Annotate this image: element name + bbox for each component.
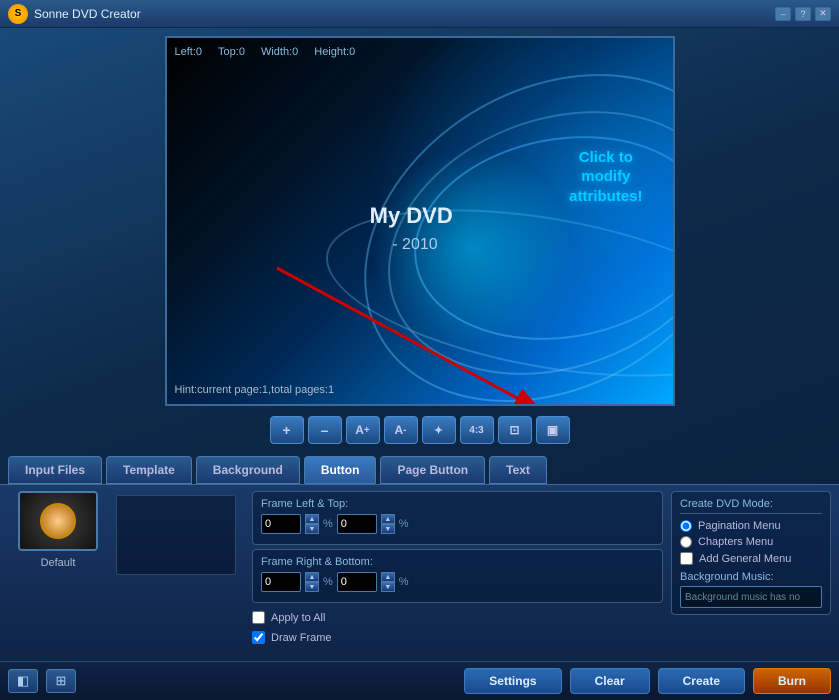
frame-left-top-row: ▲ ▼ % ▲ ▼ %	[261, 514, 654, 534]
tab-background[interactable]: Background	[196, 456, 300, 484]
coord-width: Width:0	[261, 46, 298, 58]
frame-left-top-label: Frame Left & Top:	[261, 498, 654, 510]
template-section: Default	[8, 491, 108, 655]
bg-music-label: Background Music:	[680, 571, 822, 583]
coord-height: Height:0	[314, 46, 355, 58]
tab-input-files[interactable]: Input Files	[8, 456, 102, 484]
frame-right-spinner[interactable]: ▲ ▼	[305, 572, 319, 592]
tab-template[interactable]: Template	[106, 456, 192, 484]
frame-right-bottom-group: Frame Right & Bottom: ▲ ▼ % ▲ ▼ %	[252, 549, 663, 603]
add-button[interactable]: +	[270, 416, 304, 444]
click-hint-text: Click tomodifyattributes!	[569, 148, 642, 207]
frame-left-top-group: Frame Left & Top: ▲ ▼ % ▲ ▼ %	[252, 491, 663, 545]
template-thumbnail[interactable]	[18, 491, 98, 551]
frame-right-down[interactable]: ▼	[305, 582, 319, 592]
draw-frame-checkbox[interactable]	[252, 631, 265, 644]
dvd-mode-title: Create DVD Mode:	[680, 498, 822, 514]
add-general-menu-label: Add General Menu	[699, 553, 791, 565]
frame-right-bottom-label: Frame Right & Bottom:	[261, 556, 654, 568]
add-general-menu-row: Add General Menu	[680, 552, 822, 565]
coord-left: Left:0	[175, 46, 203, 58]
frame-bottom-down[interactable]: ▼	[381, 582, 395, 592]
frame-left-up[interactable]: ▲	[305, 514, 319, 524]
app-icon: S	[8, 4, 28, 24]
draw-frame-row: Draw Frame	[252, 631, 663, 644]
frame-bottom-pct: %	[399, 576, 409, 588]
help-button[interactable]: ?	[795, 7, 811, 21]
pagination-menu-row: Pagination Menu	[680, 520, 822, 532]
hint-text: Hint:current page:1,total pages:1	[175, 384, 335, 396]
title-bar: S Sonne DVD Creator – ? ✕	[0, 0, 839, 28]
app-title: Sonne DVD Creator	[34, 7, 775, 21]
tab-page-button[interactable]: Page Button	[380, 456, 485, 484]
aspect-ratio-button[interactable]: 4:3	[460, 416, 494, 444]
frame-top-down[interactable]: ▼	[381, 524, 395, 534]
frame-top-spinner[interactable]: ▲ ▼	[381, 514, 395, 534]
frame-right-input[interactable]	[261, 572, 301, 592]
frame-right-pct: %	[323, 576, 333, 588]
frame-bottom-spinner[interactable]: ▲ ▼	[381, 572, 395, 592]
create-button[interactable]: Create	[658, 668, 745, 694]
chapters-menu-row: Chapters Menu	[680, 536, 822, 548]
footer-icon-2[interactable]: ⊞	[46, 669, 76, 693]
dvd-mode-group: Create DVD Mode: Pagination Menu Chapter…	[671, 491, 831, 615]
coord-top: Top:0	[218, 46, 245, 58]
main-content: Left:0 Top:0 Width:0 Height:0 My DVD - 2…	[0, 28, 839, 700]
frame-left-pct: %	[323, 518, 333, 530]
frame-right-bottom-row: ▲ ▼ % ▲ ▼ %	[261, 572, 654, 592]
footer-icon-1[interactable]: ◧	[8, 669, 38, 693]
tab-button[interactable]: Button	[304, 456, 377, 484]
close-button[interactable]: ✕	[815, 7, 831, 21]
thumb-icon	[40, 503, 76, 539]
fit-button[interactable]: ⊡	[498, 416, 532, 444]
preview-coords: Left:0 Top:0 Width:0 Height:0	[175, 46, 356, 58]
remove-button[interactable]: –	[308, 416, 342, 444]
frame-top-input[interactable]	[337, 514, 377, 534]
frame-left-spinner[interactable]: ▲ ▼	[305, 514, 319, 534]
text-smaller-button[interactable]: A-	[384, 416, 418, 444]
template-label: Default	[41, 557, 76, 569]
right-panel: Create DVD Mode: Pagination Menu Chapter…	[671, 491, 831, 655]
frame-right-up[interactable]: ▲	[305, 572, 319, 582]
burn-button[interactable]: Burn	[753, 668, 831, 694]
frame-section: Frame Left & Top: ▲ ▼ % ▲ ▼ %	[244, 491, 663, 655]
tab-text[interactable]: Text	[489, 456, 547, 484]
apply-to-all-checkbox[interactable]	[252, 611, 265, 624]
preview-subtitle[interactable]: - 2010	[392, 236, 437, 254]
preview-title[interactable]: My DVD	[370, 203, 453, 229]
frame-top-pct: %	[399, 518, 409, 530]
settings-button[interactable]: Settings	[464, 668, 561, 694]
frame-top-up[interactable]: ▲	[381, 514, 395, 524]
preview-box[interactable]: Left:0 Top:0 Width:0 Height:0 My DVD - 2…	[165, 36, 675, 406]
bottom-panel: Default Frame Left & Top: ▲ ▼ % ▲ ▼	[0, 484, 839, 661]
pagination-radio[interactable]	[680, 520, 692, 532]
pagination-label: Pagination Menu	[698, 520, 781, 532]
frame-bottom-up[interactable]: ▲	[381, 572, 395, 582]
frame-bottom-input[interactable]	[337, 572, 377, 592]
animate-button[interactable]: ✦	[422, 416, 456, 444]
chapters-radio[interactable]	[680, 536, 692, 548]
thumb-inner	[20, 493, 96, 549]
toolbar: + – A+ A- ✦ 4:3 ⊡ ▣	[165, 412, 675, 448]
chapters-label: Chapters Menu	[698, 536, 773, 548]
frame-left-input[interactable]	[261, 514, 301, 534]
apply-to-all-row: Apply to All	[252, 611, 663, 624]
frame-left-down[interactable]: ▼	[305, 524, 319, 534]
template-preview-area	[116, 495, 236, 575]
window-controls[interactable]: – ? ✕	[775, 7, 831, 21]
draw-frame-label: Draw Frame	[271, 632, 332, 644]
footer: ◧ ⊞ Settings Clear Create Burn	[0, 661, 839, 700]
preview-button[interactable]: ▣	[536, 416, 570, 444]
add-general-menu-checkbox[interactable]	[680, 552, 693, 565]
tab-bar: Input Files Template Background Button P…	[0, 450, 839, 484]
bg-music-input[interactable]	[680, 586, 822, 608]
clear-button[interactable]: Clear	[570, 668, 650, 694]
apply-section: Apply to All Draw Frame	[252, 607, 663, 647]
text-larger-button[interactable]: A+	[346, 416, 380, 444]
apply-to-all-label: Apply to All	[271, 612, 325, 624]
preview-container: Left:0 Top:0 Width:0 Height:0 My DVD - 2…	[165, 36, 675, 448]
minimize-button[interactable]: –	[775, 7, 791, 21]
